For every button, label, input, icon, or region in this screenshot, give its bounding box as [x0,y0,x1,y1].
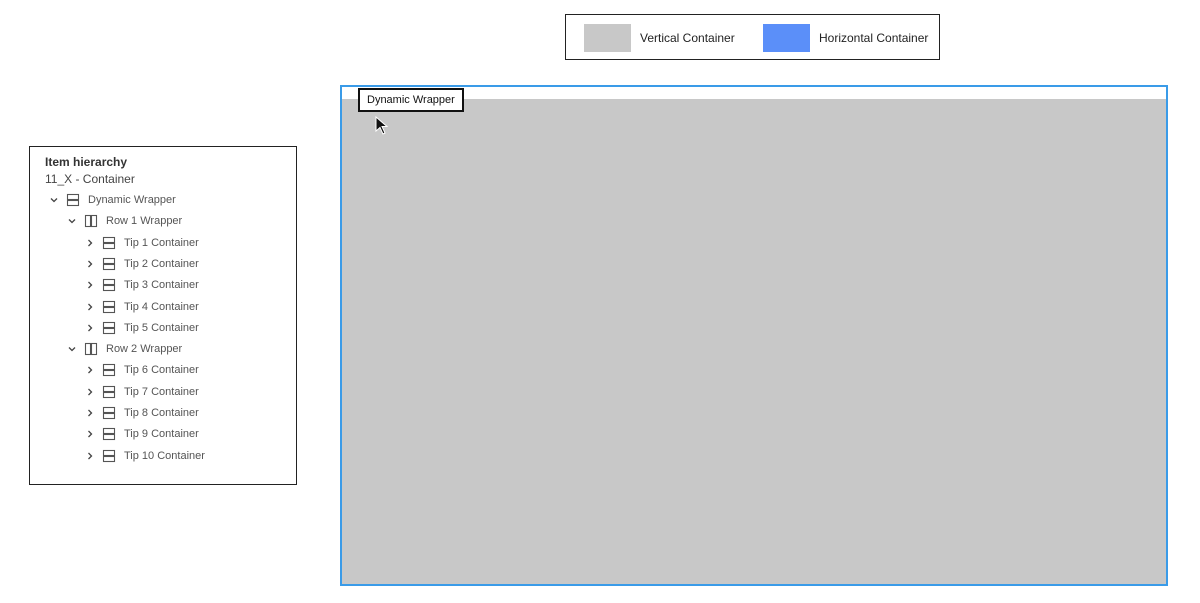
tree-item[interactable]: Tip 1 Container [84,234,199,252]
chevron-right-icon[interactable] [84,364,96,376]
container-legend: Vertical Container Horizontal Container [565,14,940,60]
tree-item[interactable]: Tip 10 Container [84,447,205,465]
chevron-down-icon[interactable] [48,194,60,206]
vertical-container-icon [66,193,80,207]
tree-item[interactable]: Tip 2 Container [84,255,199,273]
vertical-container-swatch [584,24,631,52]
dynamic-wrapper-label: Dynamic Wrapper [358,88,464,112]
tree-item[interactable]: Dynamic Wrapper [48,191,176,209]
vertical-container-icon [102,278,116,292]
tree-item-label: Tip 10 Container [124,450,205,462]
tree-item-label: Row 2 Wrapper [106,343,183,355]
vertical-container-icon [102,449,116,463]
vertical-container-area[interactable] [342,99,1166,584]
tree-item[interactable]: Row 1 Wrapper [66,212,182,230]
chevron-right-icon[interactable] [84,322,96,334]
item-hierarchy-subtitle: 11_X - Container [45,172,135,186]
vertical-container-icon [102,321,116,335]
chevron-right-icon[interactable] [84,407,96,419]
tree-item[interactable]: Tip 6 Container [84,361,199,379]
vertical-container-icon [102,257,116,271]
tree-item-label: Tip 3 Container [124,279,199,291]
vertical-container-icon [102,363,116,377]
chevron-down-icon[interactable] [66,215,78,227]
tree-item-label: Tip 2 Container [124,258,199,270]
item-hierarchy-panel: Item hierarchy 11_X - Container Dynamic … [29,146,297,485]
tree-item[interactable]: Tip 4 Container [84,298,199,316]
tree-item-label: Tip 1 Container [124,237,199,249]
item-hierarchy-title: Item hierarchy [45,155,128,169]
tree-item-label: Dynamic Wrapper [88,194,176,206]
dynamic-wrapper-canvas[interactable]: Dynamic Wrapper [340,85,1168,586]
tree-item[interactable]: Tip 7 Container [84,383,199,401]
horizontal-container-legend-label: Horizontal Container [819,31,929,45]
vertical-container-icon [102,300,116,314]
mouse-pointer-icon [375,115,391,136]
horizontal-container-icon [84,214,98,228]
tree-item-label: Tip 9 Container [124,428,199,440]
horizontal-container-icon [84,342,98,356]
tree-item-label: Row 1 Wrapper [106,215,183,227]
tree-item[interactable]: Tip 8 Container [84,404,199,422]
tree-item-label: Tip 4 Container [124,301,199,313]
chevron-down-icon[interactable] [66,343,78,355]
tree-item[interactable]: Tip 9 Container [84,425,199,443]
tree-item-label: Tip 8 Container [124,407,199,419]
tree-item[interactable]: Tip 5 Container [84,319,199,337]
chevron-right-icon[interactable] [84,301,96,313]
tree-item-label: Tip 7 Container [124,386,199,398]
vertical-container-icon [102,236,116,250]
chevron-right-icon[interactable] [84,237,96,249]
horizontal-container-swatch [763,24,810,52]
chevron-right-icon[interactable] [84,428,96,440]
vertical-container-icon [102,427,116,441]
chevron-right-icon[interactable] [84,386,96,398]
vertical-container-legend-label: Vertical Container [640,31,735,45]
vertical-container-icon [102,406,116,420]
tree-item[interactable]: Tip 3 Container [84,276,199,294]
chevron-right-icon[interactable] [84,279,96,291]
tree-item[interactable]: Row 2 Wrapper [66,340,182,358]
tree-item-label: Tip 6 Container [124,364,199,376]
chevron-right-icon[interactable] [84,258,96,270]
chevron-right-icon[interactable] [84,450,96,462]
vertical-container-icon [102,385,116,399]
tree-item-label: Tip 5 Container [124,322,199,334]
